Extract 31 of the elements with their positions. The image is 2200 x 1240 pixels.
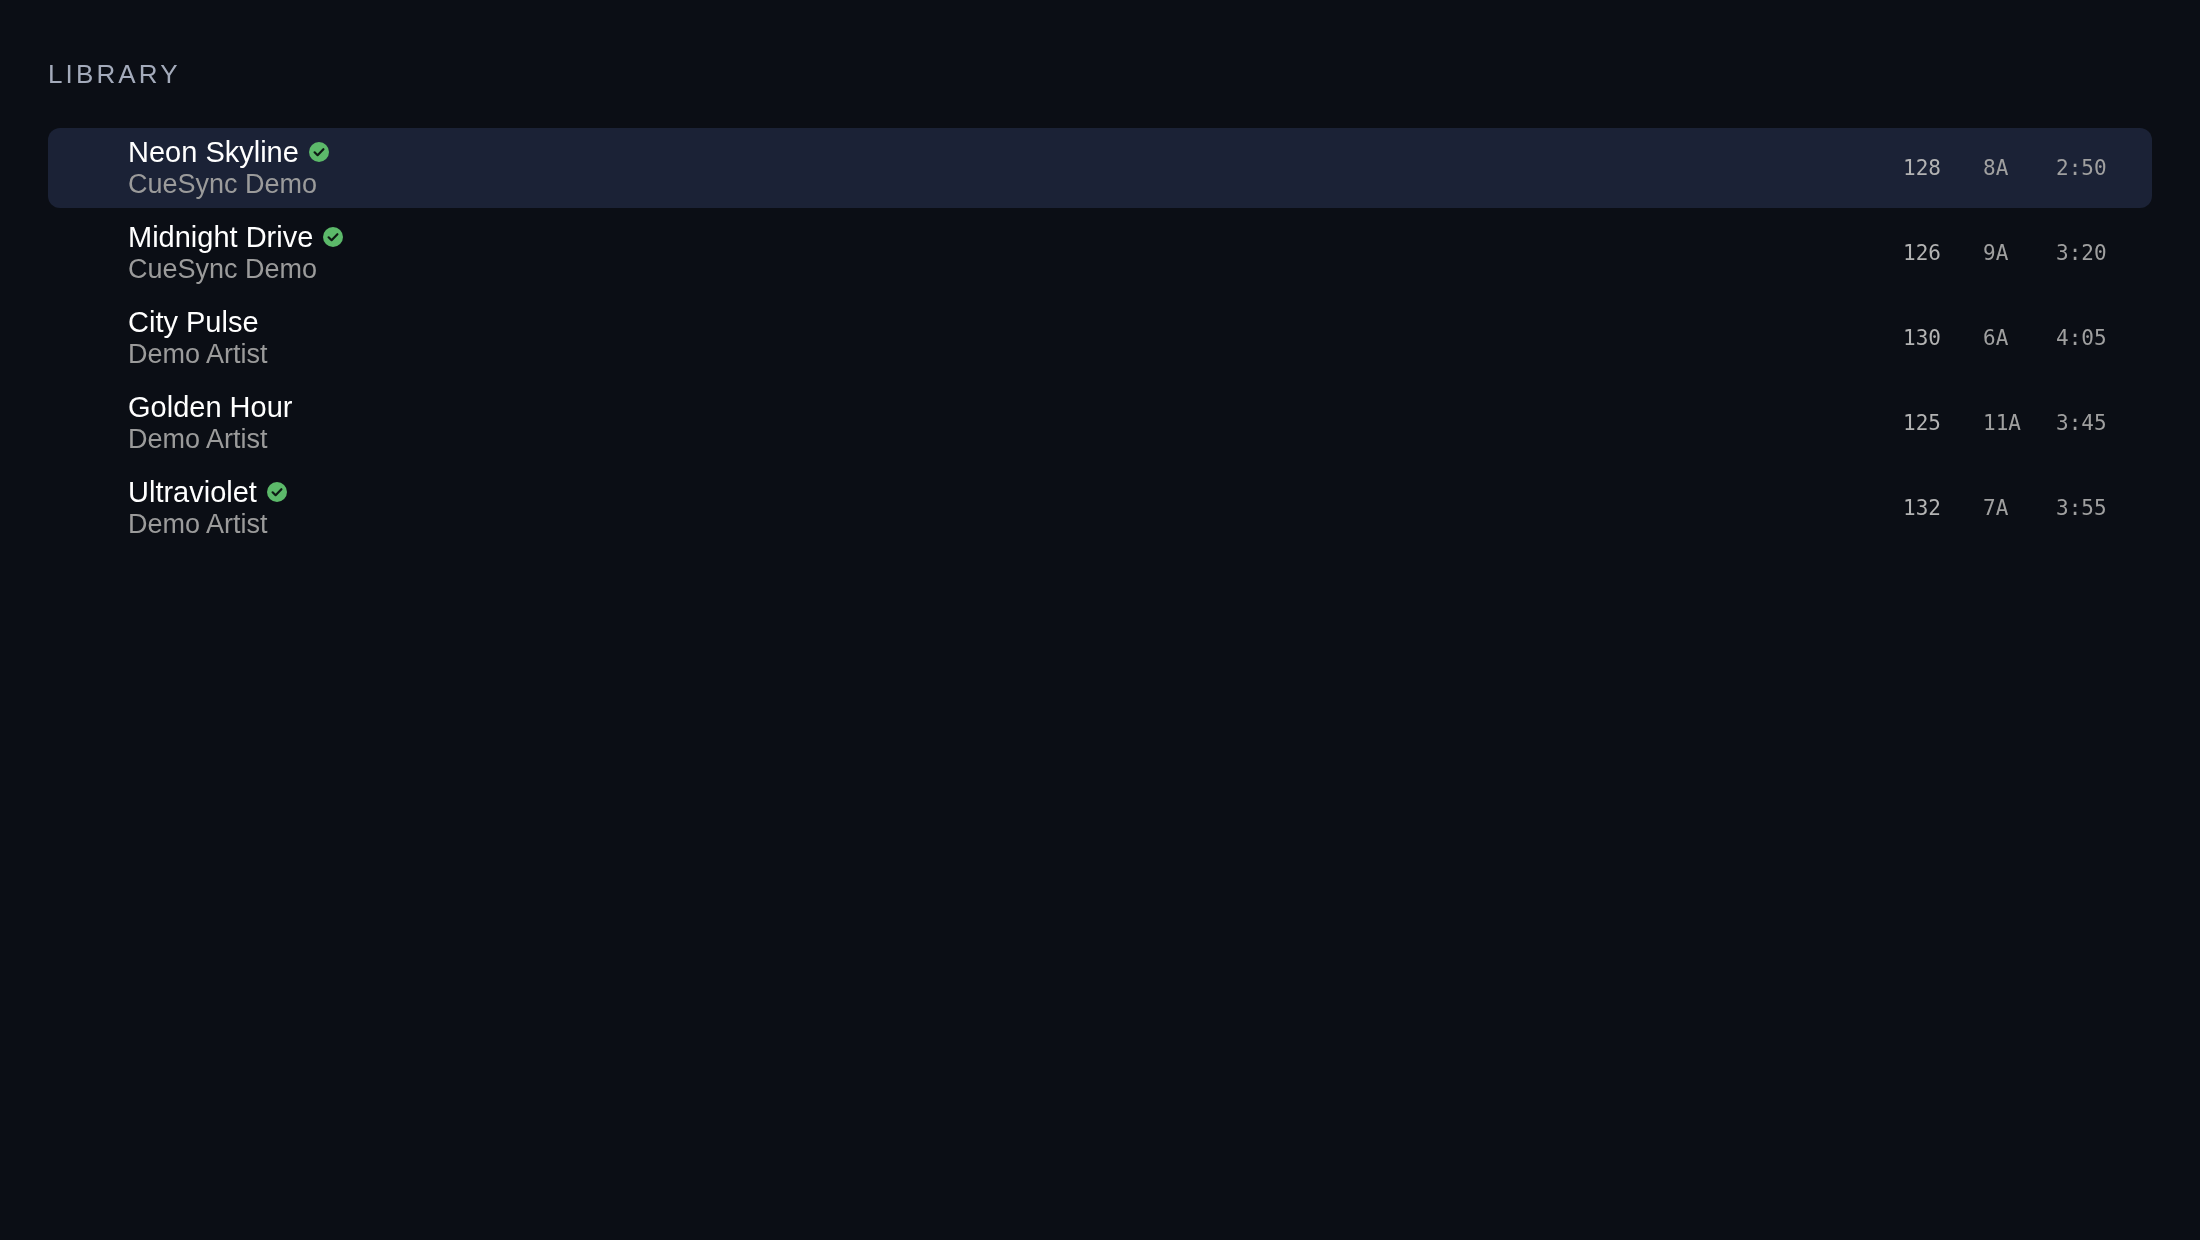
track-title: Golden Hour <box>128 391 293 423</box>
duration-value: 2:50 <box>2056 155 2107 182</box>
key-value: 6A <box>1983 325 2009 352</box>
track-row[interactable]: Neon Skyline CueSync Demo 128 8A 2:50 <box>48 128 2152 208</box>
key-value: 9A <box>1983 240 2009 267</box>
bpm-value: 130 <box>1903 325 1941 352</box>
bpm-value: 128 <box>1903 155 1941 182</box>
duration-value: 3:55 <box>2056 495 2107 522</box>
track-row[interactable]: Midnight Drive CueSync Demo 126 9A 3:20 <box>48 213 2152 293</box>
duration-value: 3:20 <box>2056 240 2107 267</box>
track-title: Neon Skyline <box>128 136 299 168</box>
track-row[interactable]: Ultraviolet Demo Artist 132 7A 3:55 <box>48 468 2152 548</box>
bpm-value: 126 <box>1903 240 1941 267</box>
key-value: 7A <box>1983 495 2009 522</box>
artist-name: Demo Artist <box>128 423 268 455</box>
artist-name: CueSync Demo <box>128 168 318 200</box>
bpm-value: 125 <box>1903 410 1941 437</box>
key-value: 8A <box>1983 155 2009 182</box>
track-row[interactable]: Golden Hour Demo Artist 125 11A 3:45 <box>48 383 2152 463</box>
section-title: LIBRARY <box>48 58 181 90</box>
track-title: City Pulse <box>128 306 259 338</box>
track-title: Midnight Drive <box>128 221 314 253</box>
artist-name: Demo Artist <box>128 338 268 370</box>
key-value: 11A <box>1983 410 2021 437</box>
track-row[interactable]: City Pulse Demo Artist 130 6A 4:05 <box>48 298 2152 378</box>
duration-value: 3:45 <box>2056 410 2107 437</box>
bpm-value: 132 <box>1903 495 1941 522</box>
track-title: Ultraviolet <box>128 476 257 508</box>
artist-name: Demo Artist <box>128 508 268 540</box>
duration-value: 4:05 <box>2056 325 2107 352</box>
artist-name: CueSync Demo <box>128 253 318 285</box>
